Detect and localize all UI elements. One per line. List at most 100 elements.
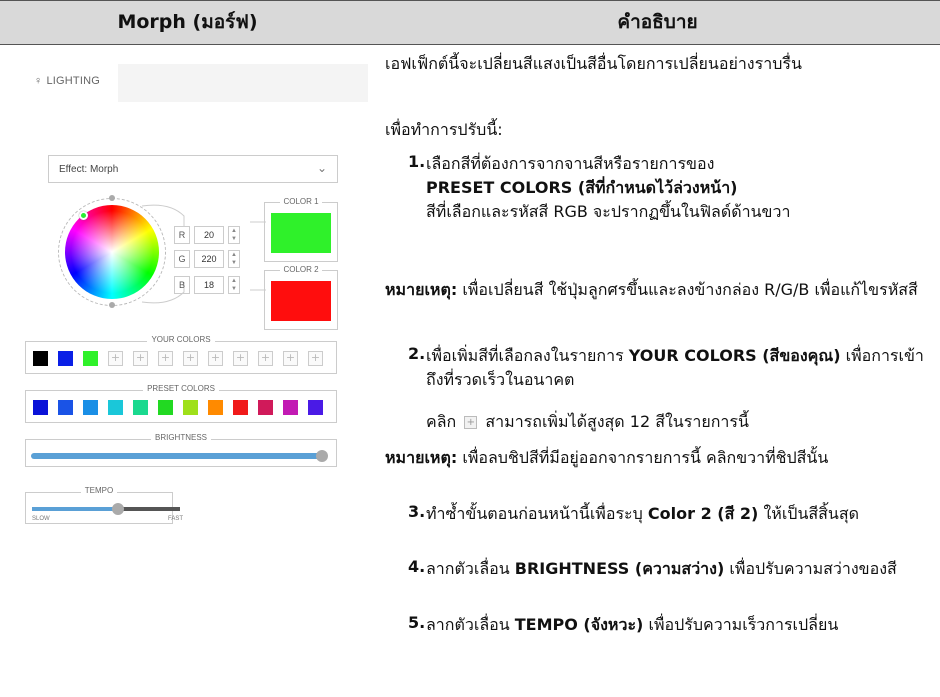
step2-number: 2. (408, 344, 426, 363)
lead-text: เพื่อทำการปรับนี้: (385, 120, 503, 139)
preset-color-chip[interactable] (308, 400, 323, 415)
step5-line: ลากตัวเลื่อน TEMPO (จังหวะ) เพื่อปรับควา… (426, 613, 936, 637)
preset-color-chip[interactable] (258, 400, 273, 415)
step4-text-b: BRIGHTNESS (ความสว่าง) (514, 559, 725, 578)
intro-text: เอฟเฟ็กต์นี้จะเปลี่ยนสีแสงเป็นสีอื่นโดยก… (385, 54, 802, 73)
preset-color-chip[interactable] (108, 400, 123, 415)
note1: หมายเหตุ: เพื่อเปลี่ยนสี ใช้ปุ่มลูกศรขึ้… (385, 278, 935, 302)
tempo-slider-track[interactable] (118, 507, 180, 511)
add-color-slot[interactable]: + (108, 351, 123, 366)
brightness-slider-handle[interactable] (316, 450, 328, 462)
add-color-slot[interactable]: + (283, 351, 298, 366)
preset-color-chip[interactable] (283, 400, 298, 415)
step3-text-a: ทำซ้ำขั้นตอนก่อนหน้านี้เพื่อระบุ (426, 504, 643, 523)
note2: หมายเหตุ: เพื่อลบชิปสีที่มีอยู่ออกจากราย… (385, 446, 935, 470)
step2-line1: เพื่อเพิ่มสีที่เลือกลงในรายการ YOUR COLO… (426, 344, 936, 392)
step2-line3: คลิก + สามารถเพิ่มได้สูงสุด 12 สีในรายกา… (426, 410, 936, 434)
preset-color-chip[interactable] (58, 400, 73, 415)
rgb-row-g: G 220 ▲ ▼ (174, 250, 246, 268)
b-value-input[interactable]: 18 (194, 276, 224, 294)
effect-value: Effect: Morph (59, 164, 119, 175)
color1-title: COLOR 1 (280, 197, 322, 206)
color2-box[interactable]: COLOR 2 (264, 265, 338, 330)
color2-title: COLOR 2 (280, 265, 322, 274)
tab-lighting[interactable]: ♀ LIGHTING (20, 64, 118, 102)
step2-text-b: YOUR COLORS (สีของคุณ) (628, 346, 841, 365)
step4-text-c: เพื่อปรับความสว่างของสี (729, 559, 897, 578)
preset-color-chip[interactable] (83, 400, 98, 415)
your-colors-group: YOUR COLORS + + + + + + + + + (25, 335, 337, 374)
add-color-slot[interactable]: + (208, 351, 223, 366)
bulb-icon: ♀ (34, 75, 43, 87)
header-description: คำอธิบาย (617, 11, 698, 33)
preset-color-chip[interactable] (133, 400, 148, 415)
add-color-slot[interactable]: + (308, 351, 323, 366)
rgb-row-r: R 20 ▲ ▼ (174, 226, 246, 244)
step2-text-d1: คลิก (426, 412, 457, 431)
note1-label: หมายเหตุ: (385, 280, 458, 299)
table-header: Morph (มอร์ฟ) คำอธิบาย (0, 0, 940, 45)
add-color-slot[interactable]: + (158, 351, 173, 366)
note2-label: หมายเหตุ: (385, 448, 458, 467)
r-stepper[interactable]: ▲ ▼ (228, 226, 240, 244)
color2-swatch (271, 281, 331, 321)
your-color-chip[interactable] (83, 351, 98, 366)
preset-color-chip[interactable] (233, 400, 248, 415)
add-color-icon: + (464, 416, 478, 429)
step1-text-a: เลือกสีที่ต้องการจากจานสีหรือรายการของ (426, 154, 715, 173)
brightness-title: BRIGHTNESS (150, 433, 211, 442)
add-color-slot[interactable]: + (133, 351, 148, 366)
step2-text-d2: สามารถเพิ่มได้สูงสุด 12 สีในรายการนี้ (485, 412, 749, 431)
effect-dropdown[interactable]: Effect: Morph ⌄ (48, 155, 338, 183)
add-color-slot[interactable]: + (183, 351, 198, 366)
step3-number: 3. (408, 502, 426, 521)
wheel-top-dot[interactable] (109, 195, 115, 201)
chevron-down-icon: ⌄ (316, 161, 327, 175)
step4-line: ลากตัวเลื่อน BRIGHTNESS (ความสว่าง) เพื่… (426, 557, 936, 581)
color1-swatch (271, 213, 331, 253)
tempo-title: TEMPO (80, 486, 118, 495)
tempo-slider-handle[interactable] (112, 503, 124, 515)
step5-text-c: เพื่อปรับความเร็วการเปลี่ยน (648, 615, 839, 634)
step4-text-a: ลากตัวเลื่อน (426, 559, 510, 578)
preset-colors-group: PRESET COLORS (25, 384, 337, 423)
step1-text-b: PRESET COLORS (สีที่กำหนดไว้ล่วงหน้า) (426, 178, 738, 197)
step4-number: 4. (408, 557, 426, 576)
tempo-slider-fill[interactable] (32, 507, 118, 511)
wheel-bottom-dot[interactable] (109, 302, 115, 308)
note1-text: เพื่อเปลี่ยนสี ใช้ปุ่มลูกศรขึ้นและลงข้าง… (462, 280, 918, 299)
preset-color-chip[interactable] (33, 400, 48, 415)
step2-text-a: เพื่อเพิ่มสีที่เลือกลงในรายการ (426, 346, 624, 365)
preset-color-chip[interactable] (208, 400, 223, 415)
tempo-slow-label: SLOW (32, 516, 50, 522)
b-stepper[interactable]: ▲ ▼ (228, 276, 240, 294)
g-stepper[interactable]: ▲ ▼ (228, 250, 240, 268)
brightness-slider-track[interactable] (31, 453, 323, 459)
step3-text-b: Color 2 (สี 2) (647, 504, 759, 523)
step3-line: ทำซ้ำขั้นตอนก่อนหน้านี้เพื่อระบุ Color 2… (426, 502, 936, 526)
step5-number: 5. (408, 613, 426, 632)
your-colors-title: YOUR COLORS (147, 335, 215, 344)
color1-box[interactable]: COLOR 1 (264, 197, 338, 262)
step5-text-b: TEMPO (จังหวะ) (514, 615, 644, 634)
lighting-panel-screenshot: ♀ LIGHTING Effect: Morph ⌄ R 20 ▲ ▼ G 220 … (20, 64, 368, 552)
tempo-fast-label: FAST (168, 516, 184, 522)
add-color-slot[interactable]: + (233, 351, 248, 366)
step1-number: 1. (408, 152, 426, 171)
step1-text-c: สีที่เลือกและรหัสสี RGB จะปรากฏขึ้นในฟิล… (426, 202, 791, 221)
step3-text-c: ให้เป็นสีสิ้นสุด (763, 504, 859, 523)
rgb-label-r: R (174, 226, 190, 244)
note2-text: เพื่อลบชิปสีที่มีอยู่ออกจากรายการนี้ คลิ… (462, 448, 829, 467)
header-morph: Morph (มอร์ฟ) (117, 11, 258, 33)
your-color-chip[interactable] (33, 351, 48, 366)
tab-lighting-label: LIGHTING (46, 75, 101, 87)
r-value-input[interactable]: 20 (194, 226, 224, 244)
preset-color-chip[interactable] (158, 400, 173, 415)
step5-text-a: ลากตัวเลื่อน (426, 615, 510, 634)
color-wheel-picker[interactable] (79, 211, 88, 220)
g-value-input[interactable]: 220 (194, 250, 224, 268)
your-color-chip[interactable] (58, 351, 73, 366)
preset-color-chip[interactable] (183, 400, 198, 415)
add-color-slot[interactable]: + (258, 351, 273, 366)
rgb-row-b: B 18 ▲ ▼ (174, 276, 246, 294)
